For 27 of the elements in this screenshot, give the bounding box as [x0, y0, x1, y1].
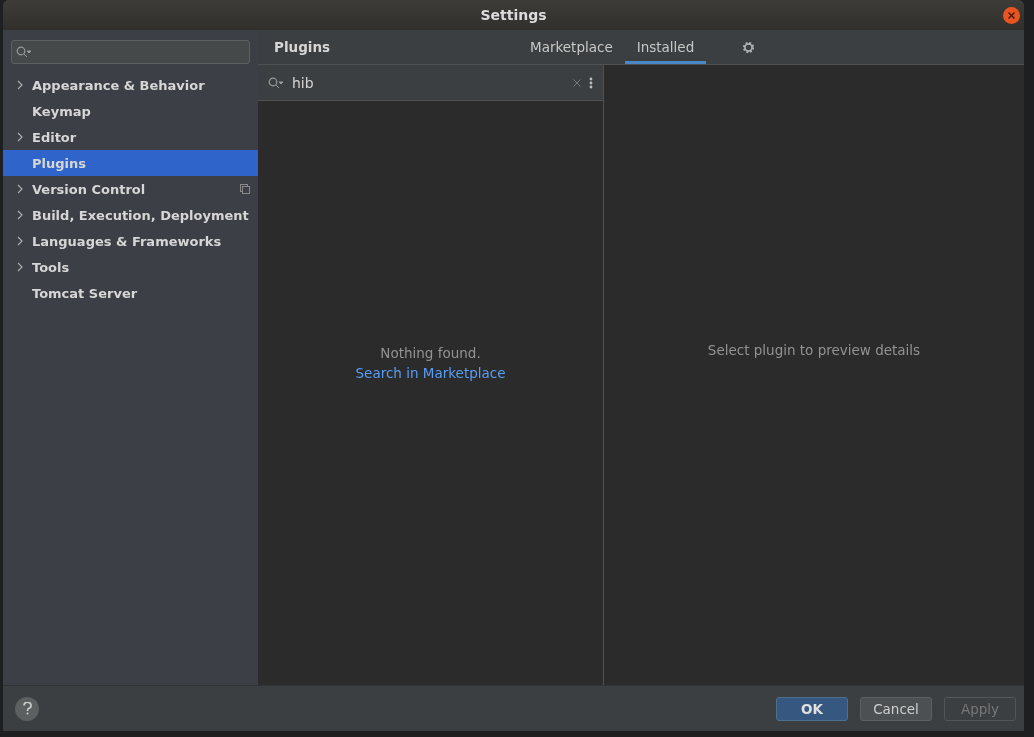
- sidebar-item[interactable]: Build, Execution, Deployment: [3, 202, 258, 228]
- settings-icon[interactable]: [742, 40, 756, 54]
- plugin-search-field[interactable]: hib: [258, 65, 603, 101]
- question-mark-icon: [22, 702, 32, 715]
- help-button[interactable]: [15, 696, 39, 721]
- marketplace-link[interactable]: Search in Marketplace: [355, 365, 506, 381]
- close-icon: [1008, 12, 1015, 19]
- preview-hint-text: Select plugin to preview details: [707, 342, 921, 358]
- sidebar-item[interactable]: Tools: [3, 254, 258, 280]
- sidebar-item[interactable]: Appearance & Behavior: [3, 72, 258, 98]
- dialog-button[interactable]: OK: [776, 696, 848, 721]
- settings-search-field[interactable]: [11, 40, 250, 64]
- dialog-button[interactable]: Cancel: [860, 696, 932, 721]
- sidebar-item[interactable]: Keymap: [3, 98, 258, 124]
- more-options-icon[interactable]: [589, 76, 593, 89]
- sidebar-item[interactable]: Languages & Frameworks: [3, 228, 258, 254]
- close-button[interactable]: [1003, 7, 1020, 24]
- search-icon: [268, 76, 284, 89]
- empty-message: Nothing found.: [380, 345, 481, 361]
- sidebar-item[interactable]: Tomcat Server: [3, 280, 258, 306]
- search-icon: [16, 46, 32, 58]
- sidebar-item[interactable]: Editor: [3, 124, 258, 150]
- sidebar-item[interactable]: Plugins: [3, 150, 258, 176]
- tab[interactable]: Marketplace: [518, 30, 625, 64]
- window-title: Settings: [480, 7, 547, 23]
- sidebar-item[interactable]: Version Control: [3, 176, 258, 202]
- page-title: Plugins: [273, 39, 332, 55]
